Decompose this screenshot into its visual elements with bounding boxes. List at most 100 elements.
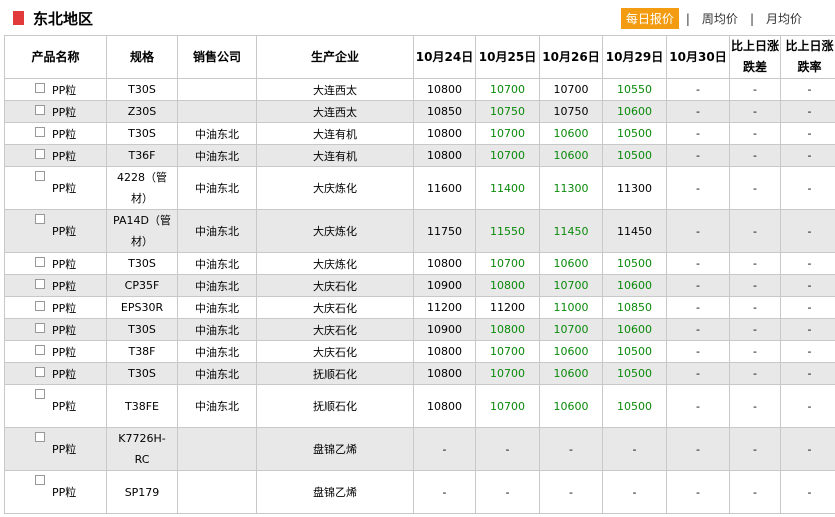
row-checkbox[interactable] <box>35 323 45 333</box>
price-oct29: - <box>602 470 667 514</box>
product-label: PP粒 <box>52 83 77 97</box>
price-oct25: 10700 <box>475 384 540 428</box>
col-product-name: 产品名称 <box>4 35 107 79</box>
tab-weekly-average[interactable]: 周均价 <box>697 8 743 29</box>
price-oct25: 11550 <box>475 209 540 253</box>
row-checkbox[interactable] <box>35 475 45 485</box>
table-row: PP粒 4228（管材） 中油东北 大庆炼化 11600 11400 11300 11300-… <box>4 166 835 210</box>
spec-cell: T38F <box>106 340 178 363</box>
spec-cell: K7726H-RC <box>106 427 178 471</box>
tab-monthly-average[interactable]: 月均价 <box>761 8 807 29</box>
tab-separator: | <box>685 11 690 26</box>
price-oct26: 10600 <box>539 384 603 428</box>
price-oct30: - <box>666 274 730 297</box>
price-oct24: - <box>413 427 476 471</box>
product-label: PP粒 <box>52 443 77 456</box>
product-label: PP粒 <box>52 225 77 238</box>
tab-daily-quote[interactable]: 每日报价 <box>620 8 679 29</box>
producer-cell: 大连有机 <box>256 144 414 167</box>
seller-cell: 中油东北 <box>177 252 257 275</box>
row-checkbox[interactable] <box>35 149 45 159</box>
price-oct30: - <box>666 318 730 341</box>
price-oct25: 10700 <box>475 144 540 167</box>
product-cell: PP粒 <box>4 78 107 101</box>
price-oct29: 11300 <box>602 166 667 210</box>
change-rate-cell: - <box>780 470 835 514</box>
row-checkbox[interactable] <box>35 301 45 311</box>
row-checkbox[interactable] <box>35 105 45 115</box>
product-cell: PP粒 <box>4 470 107 514</box>
price-oct26: - <box>539 470 603 514</box>
price-oct26: 11450 <box>539 209 603 253</box>
col-change-rate: 比上日涨跌率 <box>780 35 835 79</box>
product-cell: PP粒 <box>4 252 107 275</box>
seller-cell <box>177 427 257 471</box>
spec-cell: Z30S <box>106 100 178 123</box>
price-oct30: - <box>666 100 730 123</box>
price-oct24: 10800 <box>413 252 476 275</box>
seller-cell: 中油东北 <box>177 384 257 428</box>
row-checkbox[interactable] <box>35 432 45 442</box>
seller-cell: 中油东北 <box>177 340 257 363</box>
change-rate-cell: - <box>780 166 835 210</box>
row-checkbox[interactable] <box>35 257 45 267</box>
producer-cell: 大庆石化 <box>256 340 414 363</box>
change-diff-cell: - <box>729 470 781 514</box>
product-cell: PP粒 <box>4 318 107 341</box>
price-oct24: 11750 <box>413 209 476 253</box>
price-oct25: 11400 <box>475 166 540 210</box>
spec-cell: 4228（管材） <box>106 166 178 210</box>
col-spec: 规格 <box>106 35 178 79</box>
product-label: PP粒 <box>52 400 77 413</box>
price-oct29: 11450 <box>602 209 667 253</box>
product-cell: PP粒 <box>4 362 107 385</box>
price-oct25: 10700 <box>475 78 540 101</box>
producer-cell: 大庆炼化 <box>256 252 414 275</box>
row-checkbox[interactable] <box>35 345 45 355</box>
row-checkbox[interactable] <box>35 127 45 137</box>
table-row: PP粒 T30S 中油东北 抚顺石化 10800 10700 10600 10500- - - <box>4 362 835 385</box>
seller-cell: 中油东北 <box>177 209 257 253</box>
col-oct26: 10月26日 <box>539 35 603 79</box>
producer-cell: 大庆石化 <box>256 274 414 297</box>
price-oct24: 10800 <box>413 78 476 101</box>
price-oct29: 10500 <box>602 122 667 145</box>
product-cell: PP粒 <box>4 166 107 210</box>
row-checkbox[interactable] <box>35 171 45 181</box>
change-rate-cell: - <box>780 122 835 145</box>
price-oct24: 10900 <box>413 318 476 341</box>
col-producer: 生产企业 <box>256 35 414 79</box>
table-header-row: 产品名称 规格 销售公司 生产企业 10月24日 10月25日 10月26日 1… <box>4 35 835 79</box>
table-row: PP粒 Z30S 大连西太 10850 10750 10750 10600- - - <box>4 100 835 123</box>
col-oct24: 10月24日 <box>413 35 476 79</box>
seller-cell: 中油东北 <box>177 318 257 341</box>
row-checkbox[interactable] <box>35 279 45 289</box>
product-cell: PP粒 <box>4 427 107 471</box>
price-oct30: - <box>666 384 730 428</box>
price-oct26: 11300 <box>539 166 603 210</box>
change-rate-cell: - <box>780 144 835 167</box>
product-cell: PP粒 <box>4 209 107 253</box>
change-rate-cell: - <box>780 427 835 471</box>
product-label: PP粒 <box>52 182 77 195</box>
row-checkbox[interactable] <box>35 367 45 377</box>
price-oct26: - <box>539 427 603 471</box>
seller-cell <box>177 100 257 123</box>
spec-cell: T30S <box>106 362 178 385</box>
product-label: PP粒 <box>52 486 77 499</box>
product-cell: PP粒 <box>4 274 107 297</box>
price-oct26: 10600 <box>539 340 603 363</box>
change-diff-cell: - <box>729 427 781 471</box>
seller-cell: 中油东北 <box>177 166 257 210</box>
change-diff-cell: - <box>729 384 781 428</box>
row-checkbox[interactable] <box>35 389 45 399</box>
row-checkbox[interactable] <box>35 83 45 93</box>
change-rate-cell: - <box>780 274 835 297</box>
table-row: PP粒 T38F 中油东北 大庆石化 10800 10700 10600 10500- - - <box>4 340 835 363</box>
product-cell: PP粒 <box>4 144 107 167</box>
row-checkbox[interactable] <box>35 214 45 224</box>
price-oct30: - <box>666 166 730 210</box>
product-label: PP粒 <box>52 149 77 163</box>
title-marker <box>13 11 24 25</box>
price-oct25: 10800 <box>475 318 540 341</box>
